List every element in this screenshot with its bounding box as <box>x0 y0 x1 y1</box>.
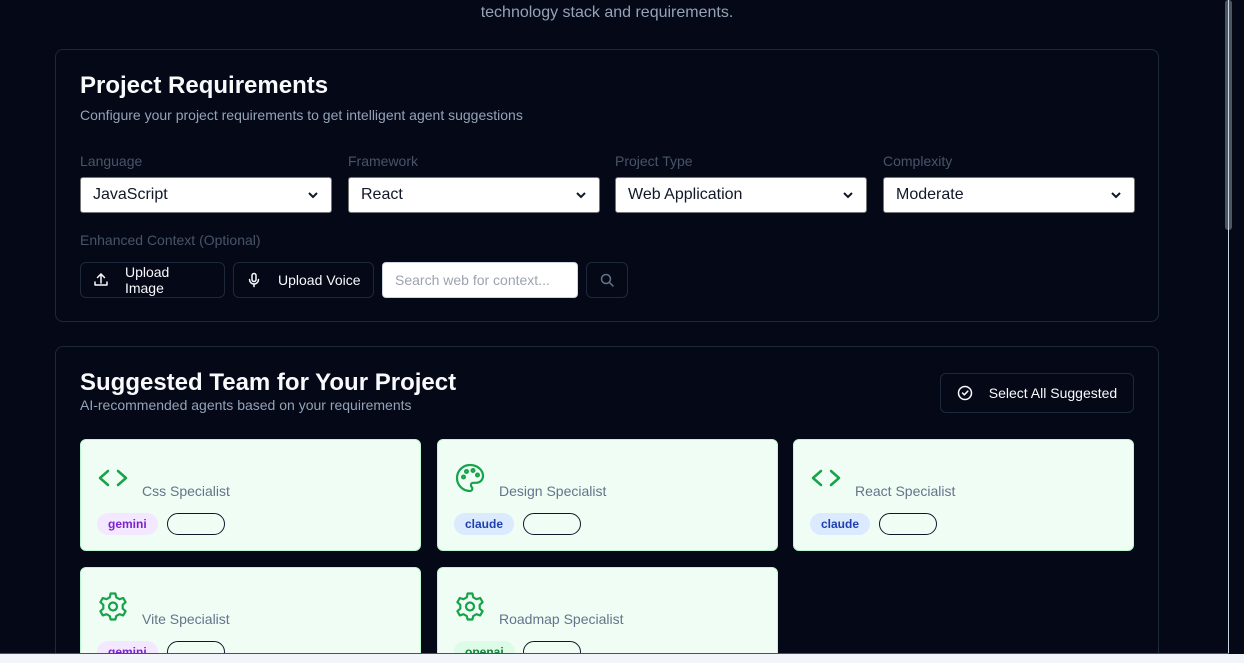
chevron-down-icon <box>576 192 586 199</box>
web-search-button[interactable] <box>586 262 628 298</box>
agent-card-design[interactable]: Design Specialist claude <box>437 439 778 551</box>
agent-card-roadmap[interactable]: Roadmap Specialist openai <box>437 567 778 663</box>
enhanced-context-label: Enhanced Context (Optional) <box>80 232 261 248</box>
agent-tag-badge <box>523 513 581 535</box>
upload-voice-label: Upload Voice <box>278 272 361 288</box>
team-subtitle: AI-recommended agents based on your requ… <box>80 397 412 413</box>
complexity-select-value: Moderate <box>896 186 964 203</box>
agent-role: Design Specialist <box>499 483 607 499</box>
agent-tag-badge <box>167 513 225 535</box>
upload-voice-button[interactable]: Upload Voice <box>233 262 374 298</box>
project-requirements-card: Project Requirements Configure your proj… <box>55 49 1159 322</box>
web-context-search-input[interactable]: Search web for context... <box>382 262 578 298</box>
agent-card-react[interactable]: React Specialist claude <box>793 439 1134 551</box>
gear-icon <box>99 592 127 621</box>
project-type-label: Project Type <box>615 153 693 169</box>
language-select[interactable]: JavaScript <box>80 177 332 213</box>
palette-icon <box>455 463 485 493</box>
agent-role: Vite Specialist <box>142 611 230 627</box>
agent-role: React Specialist <box>855 483 956 499</box>
requirements-subtitle: Configure your project requirements to g… <box>80 107 523 123</box>
project-type-select-value: Web Application <box>628 186 743 203</box>
language-select-value: JavaScript <box>93 186 168 203</box>
suggested-team-card: Suggested Team for Your Project AI-recom… <box>55 346 1159 663</box>
framework-label: Framework <box>348 153 419 169</box>
project-type-select[interactable]: Web Application <box>615 177 867 213</box>
chevron-down-icon <box>1111 192 1121 199</box>
upload-image-label: Upload Image <box>124 264 170 296</box>
complexity-select[interactable]: Moderate <box>883 177 1135 213</box>
provider-badge: claude <box>454 513 515 535</box>
microphone-icon <box>248 272 260 288</box>
agent-card-vite[interactable]: Vite Specialist gemini <box>80 567 421 663</box>
provider-badge: gemini <box>97 513 158 535</box>
requirements-title: Project Requirements <box>80 72 329 99</box>
select-all-label: Select All Suggested <box>988 385 1118 401</box>
upload-icon <box>94 273 108 286</box>
code-icon <box>811 469 841 487</box>
agent-role: Roadmap Specialist <box>499 611 624 627</box>
check-circle-icon <box>957 385 973 401</box>
provider-badge: claude <box>810 513 871 535</box>
code-icon <box>98 469 128 487</box>
chevron-down-icon <box>308 192 318 199</box>
gear-icon <box>456 592 484 621</box>
window-edge <box>1228 0 1229 663</box>
search-placeholder: Search web for context... <box>395 272 550 288</box>
page-description: technology stack and requirements. <box>480 4 734 21</box>
bottom-strip <box>0 654 1244 663</box>
search-icon <box>600 273 614 287</box>
team-title: Suggested Team for Your Project <box>80 369 457 396</box>
upload-image-button[interactable]: Upload Image <box>80 262 225 298</box>
complexity-label: Complexity <box>883 153 953 169</box>
framework-select[interactable]: React <box>348 177 600 213</box>
select-all-suggested-button[interactable]: Select All Suggested <box>940 373 1134 413</box>
language-label: Language <box>80 153 143 169</box>
agent-tag-badge <box>879 513 937 535</box>
agent-role: Css Specialist <box>142 483 230 499</box>
chevron-down-icon <box>843 192 853 199</box>
framework-select-value: React <box>361 186 403 203</box>
agent-card-css[interactable]: Css Specialist gemini <box>80 439 421 551</box>
